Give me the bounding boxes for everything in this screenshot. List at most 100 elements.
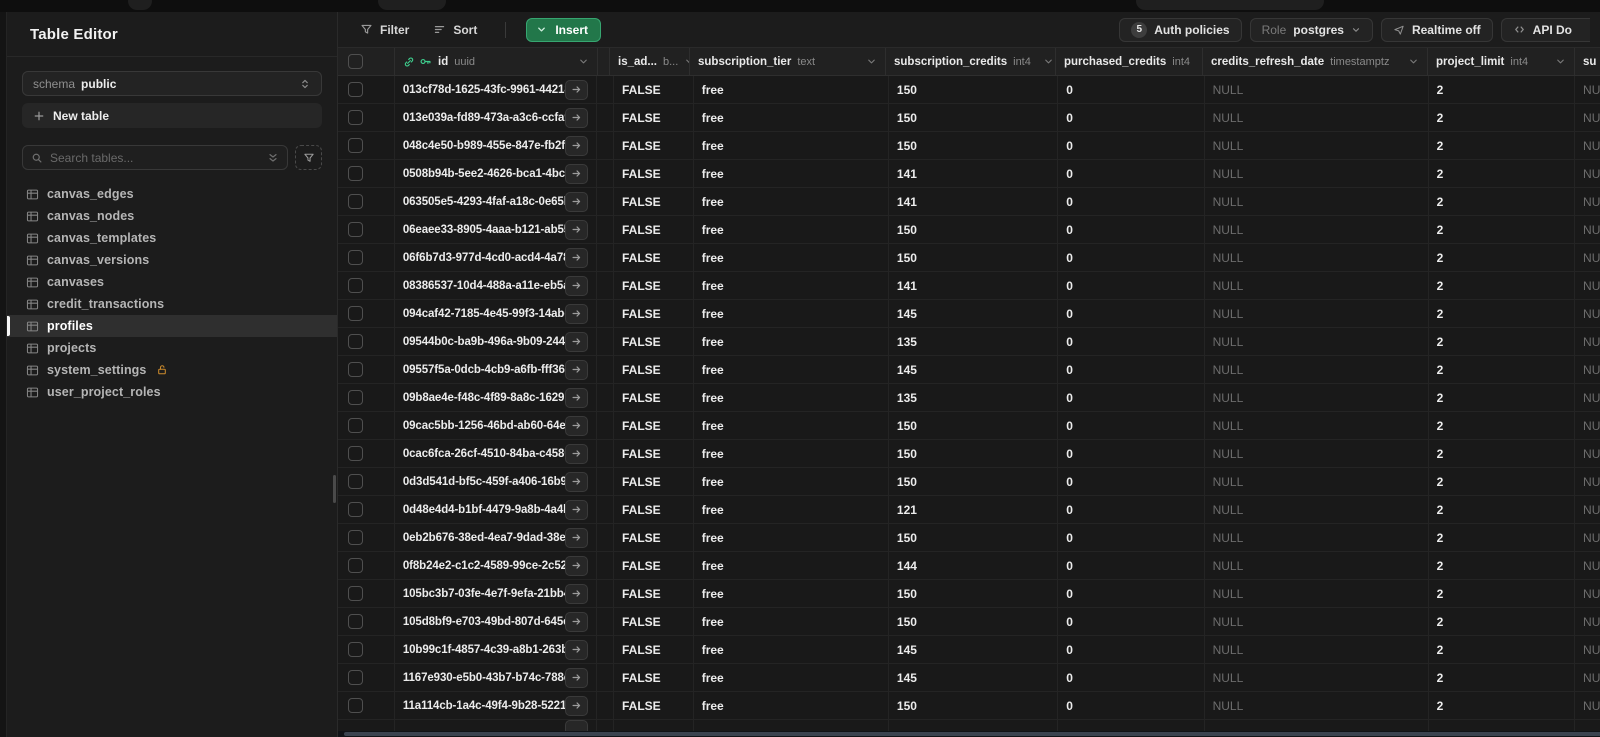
table-row[interactable]: 0d48e4d4-b1bf-4479-9a8b-4a4b... 00 FALSE… <box>338 496 1600 524</box>
row-checkbox[interactable] <box>348 558 363 573</box>
expand-row-button[interactable] <box>564 331 588 352</box>
expand-row-button[interactable] <box>564 107 588 128</box>
table-row[interactable]: 013cf78d-1625-43fc-9961-442189... 0 FALS… <box>338 76 1600 104</box>
horizontal-scrollbar-thumb[interactable] <box>344 732 1600 736</box>
expand-row-button[interactable] <box>564 639 588 660</box>
row-checkbox[interactable] <box>348 614 363 629</box>
expand-row-button[interactable] <box>564 471 588 492</box>
sidebar-table-item[interactable]: canvas_edges <box>7 183 337 205</box>
row-checkbox[interactable] <box>348 586 363 601</box>
new-table-button[interactable]: New table <box>22 103 322 128</box>
api-docs-button[interactable]: API Do <box>1500 17 1590 42</box>
realtime-toggle-button[interactable]: Realtime off <box>1380 17 1493 42</box>
row-checkbox[interactable] <box>348 474 363 489</box>
table-row[interactable]: 0508b94b-5ee2-4626-bca1-4bca... -0 FALSE… <box>338 160 1600 188</box>
table-row[interactable]: 08386537-10d4-488a-a11e-eb5a6... 0 FALSE… <box>338 272 1600 300</box>
expand-row-button[interactable] <box>564 583 588 604</box>
table-row[interactable]: 0cac6fca-26cf-4510-84ba-c4580... -0 FALS… <box>338 440 1600 468</box>
column-header-is-admin[interactable]: is_ad... b... <box>610 48 690 75</box>
table-row[interactable]: 048c4e50-b989-455e-847e-fb2f... 00 FALSE… <box>338 132 1600 160</box>
expand-row-button[interactable] <box>564 555 588 576</box>
sort-button[interactable]: Sort <box>425 18 485 42</box>
expand-row-button[interactable] <box>564 387 588 408</box>
row-checkbox[interactable] <box>348 502 363 517</box>
sidebar-table-item[interactable]: canvas_nodes <box>7 205 337 227</box>
horizontal-scrollbar[interactable] <box>338 731 1600 737</box>
row-checkbox[interactable] <box>348 670 363 685</box>
table-row[interactable]: 1167e930-e5b0-43b7-b74c-788c9... 00 FALS… <box>338 664 1600 692</box>
chevron-down-icon[interactable] <box>1555 56 1566 67</box>
sidebar-table-item[interactable]: system_settings <box>7 359 337 381</box>
chevron-down-icon[interactable] <box>1043 56 1054 67</box>
expand-row-button[interactable] <box>564 275 588 296</box>
row-checkbox[interactable] <box>348 642 363 657</box>
row-checkbox[interactable] <box>348 194 363 209</box>
row-checkbox[interactable] <box>348 250 363 265</box>
column-header-id[interactable]: id uuid <box>395 48 598 75</box>
sidebar-table-item[interactable]: canvas_versions <box>7 249 337 271</box>
expand-row-button[interactable] <box>564 247 588 268</box>
filter-tables-button[interactable] <box>295 145 322 170</box>
table-row[interactable]: 10b99c1f-4857-4c39-a8b1-263b8... 0 FALSE… <box>338 636 1600 664</box>
table-row[interactable]: 0eb2b676-38ed-4ea7-9dad-38e6... 00 FALSE… <box>338 524 1600 552</box>
role-select-button[interactable]: Role postgres <box>1249 17 1373 42</box>
filter-button[interactable]: Filter <box>352 18 417 42</box>
expand-row-button[interactable] <box>564 303 588 324</box>
row-checkbox[interactable] <box>348 138 363 153</box>
row-checkbox[interactable] <box>348 418 363 433</box>
sidebar-table-item[interactable]: canvas_templates <box>7 227 337 249</box>
row-checkbox[interactable] <box>348 446 363 461</box>
search-tables-input[interactable] <box>50 150 260 165</box>
table-row[interactable]: 06eaee33-8905-4aaa-b121-ab552... 0 FALSE… <box>338 216 1600 244</box>
double-chevron-down-icon[interactable] <box>267 152 279 164</box>
sidebar-table-item[interactable]: profiles <box>7 315 337 337</box>
row-checkbox[interactable] <box>348 306 363 321</box>
column-header-credits-refresh-date[interactable]: credits_refresh_date timestamptz <box>1203 48 1428 75</box>
column-header-clipped[interactable] <box>598 48 610 75</box>
row-checkbox[interactable] <box>348 222 363 237</box>
expand-row-button[interactable] <box>564 79 588 100</box>
column-header-subscription-tier[interactable]: subscription_tier text <box>690 48 886 75</box>
expand-row-button[interactable] <box>564 499 588 520</box>
row-checkbox[interactable] <box>348 166 363 181</box>
schema-select[interactable]: schema public <box>22 71 322 96</box>
table-row[interactable]: 0d3d541d-bf5c-459f-a406-16b93... 00 FALS… <box>338 468 1600 496</box>
insert-button[interactable]: Insert <box>526 17 602 42</box>
select-all-checkbox[interactable] <box>348 54 363 69</box>
column-header-subscription-credits[interactable]: subscription_credits int4 <box>886 48 1056 75</box>
chevron-down-icon[interactable] <box>578 56 589 67</box>
column-header-project-limit[interactable]: project_limit int4 <box>1428 48 1575 75</box>
sidebar-table-item[interactable]: canvases <box>7 271 337 293</box>
expand-row-button[interactable] <box>564 527 588 548</box>
sidebar-table-item[interactable]: user_project_roles <box>7 381 337 403</box>
expand-row-button[interactable] <box>564 415 588 436</box>
chevron-down-icon[interactable] <box>866 56 877 67</box>
expand-row-button[interactable] <box>564 135 588 156</box>
table-row[interactable]: 09b8ae4e-f48c-4f89-8a8c-1629b... 00 FALS… <box>338 384 1600 412</box>
expand-row-button[interactable] <box>564 667 588 688</box>
row-checkbox[interactable] <box>348 278 363 293</box>
table-row[interactable]: 105d8bf9-e703-49bd-807d-645e... -0 FALSE… <box>338 608 1600 636</box>
sidebar-table-item[interactable]: credit_transactions <box>7 293 337 315</box>
sidebar-table-item[interactable]: projects <box>7 337 337 359</box>
row-checkbox[interactable] <box>348 110 363 125</box>
table-row[interactable]: 0f8b24e2-c1c2-4589-99ce-2c52d... 00 FALS… <box>338 552 1600 580</box>
column-header-clipped-right[interactable]: su <box>1575 48 1600 75</box>
row-checkbox[interactable] <box>348 530 363 545</box>
row-checkbox[interactable] <box>348 390 363 405</box>
expand-row-button[interactable] <box>564 219 588 240</box>
row-checkbox[interactable] <box>348 698 363 713</box>
table-row[interactable]: 105bc3b7-03fe-4e7f-9efa-21bb40... 0 FALS… <box>338 580 1600 608</box>
table-row[interactable]: 09557f5a-0dcb-4cb9-a6fb-fff366... 00 FAL… <box>338 356 1600 384</box>
table-row[interactable]: 11a114cb-1a4c-49f4-9b28-52219ec... 00 FA… <box>338 692 1600 720</box>
expand-row-button[interactable] <box>564 611 588 632</box>
expand-row-button[interactable] <box>564 443 588 464</box>
expand-row-button[interactable] <box>564 163 588 184</box>
expand-row-button[interactable] <box>564 695 588 716</box>
column-header-purchased-credits[interactable]: purchased_credits int4 <box>1056 48 1203 75</box>
expand-row-button[interactable] <box>564 191 588 212</box>
table-row[interactable]: 09544b0c-ba9b-496a-9b09-244... 0 FALSE f… <box>338 328 1600 356</box>
table-row[interactable]: 063505e5-4293-4faf-a18c-0e65b... 00 FALS… <box>338 188 1600 216</box>
chevron-down-icon[interactable] <box>1408 56 1419 67</box>
row-checkbox[interactable] <box>348 82 363 97</box>
